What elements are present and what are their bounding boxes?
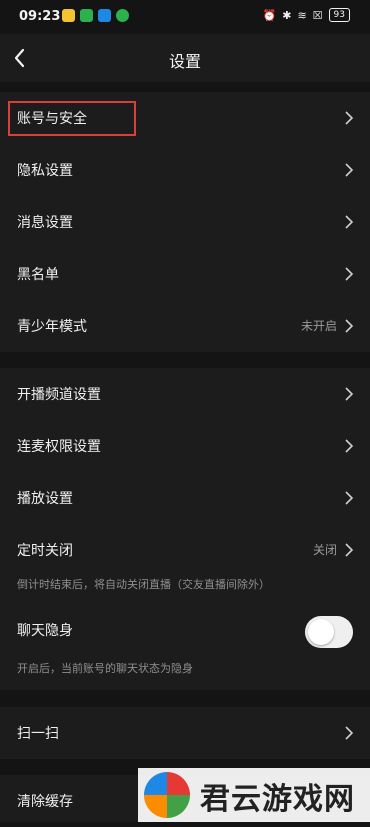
row-label: 消息设置 <box>17 215 73 231</box>
wifi-icon: ≋ <box>297 8 307 22</box>
invisible-note: 开启后，当前账号的聊天状态为隐身 <box>17 662 193 675</box>
row-label: 扫一扫 <box>17 726 59 742</box>
notification-icon-1 <box>62 9 75 22</box>
row-value: 关闭 <box>312 543 337 557</box>
row-label: 清除缓存 <box>17 794 73 810</box>
toggle-knob <box>308 619 334 645</box>
row-value: 未开启 <box>300 319 337 333</box>
chevron-right-icon <box>345 319 354 333</box>
page-title: 设置 <box>168 52 201 71</box>
row-mic-permission[interactable]: 连麦权限设置 <box>0 420 370 472</box>
chevron-right-icon <box>345 387 354 401</box>
chevron-right-icon <box>345 163 354 177</box>
row-label: 青少年模式 <box>17 319 87 335</box>
chevron-right-icon <box>345 267 354 281</box>
bluetooth-icon: ✱ <box>282 8 292 22</box>
chevron-right-icon <box>345 543 354 557</box>
chevron-right-icon <box>345 215 354 229</box>
row-messages[interactable]: 消息设置 <box>0 196 370 248</box>
chevron-right-icon <box>345 726 354 740</box>
row-teen-mode[interactable]: 青少年模式 未开启 <box>0 300 370 352</box>
settings-group-scan: 扫一扫 <box>0 707 370 759</box>
row-scan[interactable]: 扫一扫 <box>0 707 370 759</box>
chevron-right-icon <box>345 111 354 125</box>
row-label: 黑名单 <box>17 267 59 283</box>
row-label: 隐私设置 <box>17 163 73 179</box>
sim-icon: ☒ <box>312 8 323 22</box>
nav-bar: 设置 <box>0 34 370 82</box>
timer-note: 倒计时结束后，将自动关闭直播（交友直播间除外） <box>17 578 270 591</box>
alarm-icon: ⏰ <box>262 8 277 22</box>
highlight-box <box>8 101 136 136</box>
row-label: 聊天隐身 <box>17 623 73 639</box>
row-label: 连麦权限设置 <box>17 439 101 455</box>
row-label: 定时关闭 <box>17 543 73 559</box>
row-broadcast-channel[interactable]: 开播频道设置 <box>0 368 370 420</box>
notification-icon-2 <box>80 9 93 22</box>
row-timer-off[interactable]: 定时关闭 关闭 <box>0 524 370 576</box>
watermark-text: 君云游戏网 <box>200 782 355 817</box>
row-label: 播放设置 <box>17 491 73 507</box>
notification-icon-4 <box>116 9 129 22</box>
status-time: 09:23 <box>19 9 61 24</box>
row-label: 开播频道设置 <box>17 387 101 403</box>
chevron-right-icon <box>345 439 354 453</box>
watermark-logo-icon <box>144 772 190 818</box>
row-playback[interactable]: 播放设置 <box>0 472 370 524</box>
row-blacklist[interactable]: 黑名单 <box>0 248 370 300</box>
chat-invisible-toggle[interactable] <box>305 616 353 648</box>
watermark: 君云游戏网 <box>138 768 370 822</box>
notification-icon-3 <box>98 9 111 22</box>
battery-icon: 93 <box>328 8 350 22</box>
row-privacy[interactable]: 隐私设置 <box>0 144 370 196</box>
status-icons: ⏰ ✱ ≋ ☒ 93 <box>263 8 350 22</box>
status-bar: 09:23 ⏰ ✱ ≋ ☒ 93 <box>0 0 370 34</box>
chevron-right-icon <box>345 491 354 505</box>
